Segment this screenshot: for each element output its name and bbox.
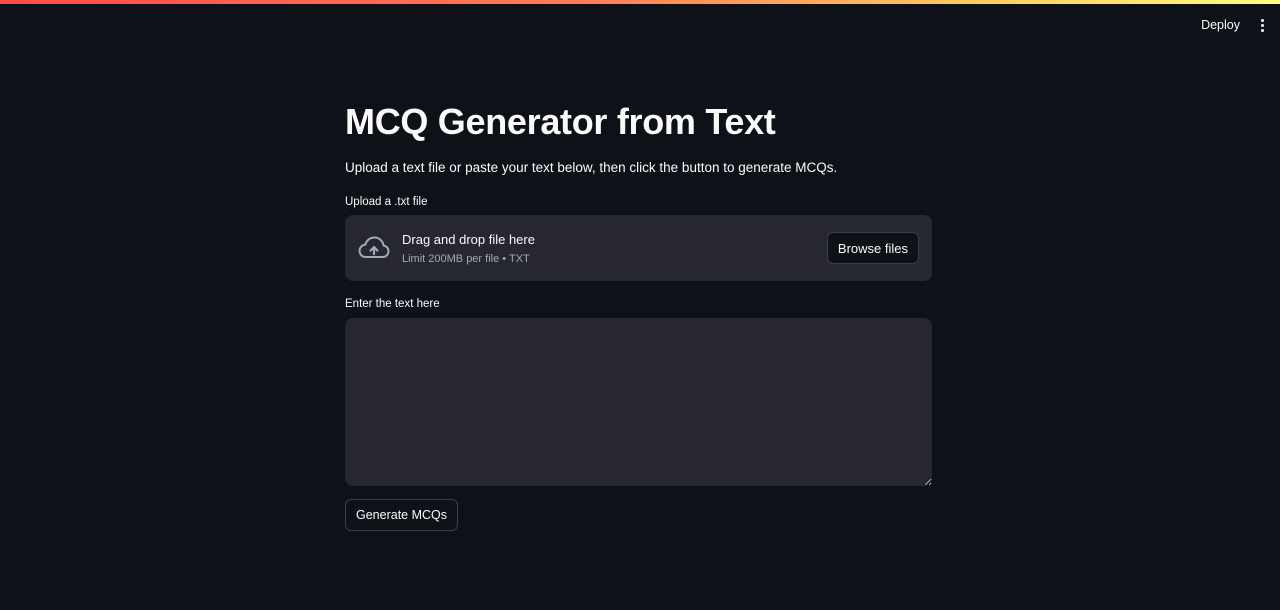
file-uploader-label: Upload a .txt file [345, 196, 428, 208]
deploy-button[interactable]: Deploy [1199, 14, 1242, 36]
text-area-label: Enter the text here [345, 298, 440, 310]
dropzone-instructions: Drag and drop file here Limit 200MB per … [402, 231, 535, 266]
text-input-area[interactable] [345, 318, 932, 486]
browse-files-button[interactable]: Browse files [826, 232, 919, 264]
vertical-ellipsis-icon [1260, 18, 1264, 22]
app-header: Deploy [0, 4, 1280, 44]
page-description: Upload a text file or paste your text be… [345, 160, 838, 175]
dropzone-title: Drag and drop file here [402, 232, 535, 247]
cloud-upload-icon [358, 236, 390, 258]
dropzone-limit: Limit 200MB per file • TXT [402, 253, 530, 265]
file-dropzone[interactable]: Drag and drop file here Limit 200MB per … [345, 215, 932, 281]
main-menu-button[interactable] [1254, 14, 1270, 36]
page-title: MCQ Generator from Text [345, 101, 776, 142]
text-area-container [345, 318, 932, 486]
generate-mcqs-button[interactable]: Generate MCQs [345, 499, 459, 531]
